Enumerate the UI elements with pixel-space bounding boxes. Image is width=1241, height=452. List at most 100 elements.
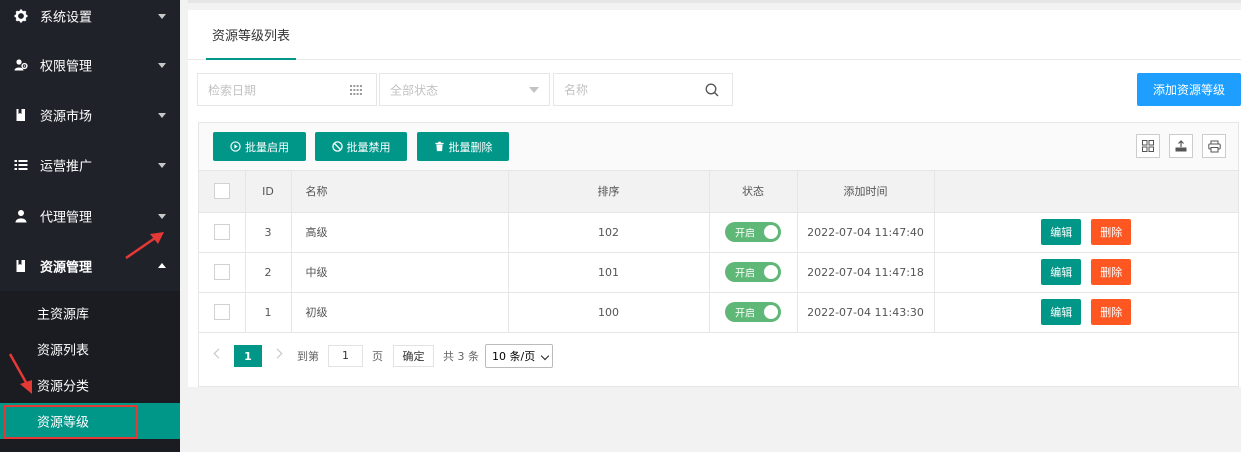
- select-all-cell: [199, 171, 246, 213]
- toggle-knob: [764, 305, 778, 319]
- date-search-placeholder: 检索日期: [208, 83, 257, 97]
- header-name[interactable]: 名称: [291, 171, 509, 213]
- content-card: 资源等级列表 检索日期 全部状态 添加资源等级 批量启用 批量禁用 批量删除: [188, 10, 1241, 387]
- name-search-field[interactable]: [553, 73, 733, 106]
- calendar-icon: [350, 84, 362, 95]
- status-toggle[interactable]: 开启: [725, 302, 781, 322]
- trash-icon: [434, 141, 444, 152]
- sidebar-item-label: 系统设置: [40, 10, 93, 26]
- batch-disable-button[interactable]: 批量禁用: [315, 132, 407, 161]
- sidebar-item-agents[interactable]: 代理管理: [0, 191, 180, 241]
- print-icon: [1207, 140, 1221, 152]
- bookmark-icon: [16, 109, 25, 121]
- sidebar-item-label: 资源市场: [40, 109, 93, 125]
- header-id[interactable]: ID: [245, 171, 292, 213]
- sidebar-item-resource-management[interactable]: 资源管理: [0, 241, 180, 291]
- chevron-down-icon: [158, 163, 166, 168]
- export-button[interactable]: [1169, 134, 1193, 158]
- edit-button[interactable]: 编辑: [1041, 259, 1082, 285]
- status-toggle-label: 开启: [735, 268, 755, 280]
- batch-delete-button[interactable]: 批量删除: [417, 132, 509, 161]
- gear-icon: [14, 9, 28, 23]
- table-header-row: ID 名称 排序 状态 添加时间: [199, 171, 1238, 213]
- cell-sort: 101: [508, 252, 710, 293]
- sidebar-item-permissions[interactable]: 权限管理: [0, 40, 180, 90]
- header-actions: [934, 171, 1238, 213]
- sidebar-subitem-main-library[interactable]: 主资源库: [0, 295, 180, 331]
- delete-button[interactable]: 删除: [1091, 259, 1132, 285]
- cell-status: 开启: [709, 212, 798, 253]
- sidebar-item-system-settings[interactable]: 系统设置: [0, 0, 180, 41]
- status-toggle[interactable]: 开启: [725, 262, 781, 282]
- row-checkbox[interactable]: [213, 304, 230, 320]
- tab-resource-level-list[interactable]: 资源等级列表: [206, 10, 296, 60]
- edit-button[interactable]: 编辑: [1041, 219, 1082, 245]
- list-icon: [14, 160, 28, 170]
- print-button[interactable]: [1202, 134, 1226, 158]
- toggle-knob: [764, 265, 778, 279]
- cell-id: 1: [245, 292, 292, 333]
- header-status[interactable]: 状态: [709, 171, 798, 213]
- batch-disable-label: 批量禁用: [346, 140, 391, 154]
- select-all-checkbox[interactable]: [213, 183, 230, 200]
- sidebar-subitem-resource-category[interactable]: 资源分类: [0, 367, 180, 403]
- sidebar-item-resource-market[interactable]: 资源市场: [0, 90, 180, 140]
- status-select[interactable]: 全部状态: [379, 73, 550, 106]
- prev-page-icon[interactable]: [213, 348, 224, 359]
- sidebar-subitem-resource-list[interactable]: 资源列表: [0, 331, 180, 367]
- cell-created: 2022-07-04 11:43:30: [797, 292, 935, 333]
- user-icon: [15, 210, 27, 223]
- cell-actions: 编辑 删除: [934, 252, 1238, 293]
- chevron-down-icon: [529, 86, 539, 93]
- pagination: 1 到第 1 页 确定 共 3 条 10 条/页: [199, 336, 1238, 376]
- status-select-placeholder: 全部状态: [390, 83, 439, 97]
- batch-enable-button[interactable]: 批量启用: [213, 132, 306, 161]
- header-sort[interactable]: 排序: [508, 171, 710, 213]
- sidebar: 系统设置 权限管理 资源市场 运营推广 代理管理 资源管理 主资源库 资源列表 …: [0, 0, 180, 452]
- next-page-icon[interactable]: [272, 348, 283, 359]
- date-search-field[interactable]: 检索日期: [197, 73, 377, 106]
- status-toggle[interactable]: 开启: [725, 222, 781, 242]
- top-strip: [188, 0, 1241, 3]
- goto-page-input[interactable]: 1: [328, 345, 363, 367]
- row-select-cell: [199, 212, 246, 253]
- row-select-cell: [199, 292, 246, 333]
- cell-name: 初级: [291, 292, 509, 333]
- chevron-up-icon: [158, 263, 166, 268]
- grid-icon: [1142, 140, 1154, 152]
- table-row: 1 初级 100 开启 2022-07-04 11:43:30 编辑 删除: [199, 292, 1238, 333]
- current-page-button[interactable]: 1: [234, 345, 262, 367]
- goto-confirm-button[interactable]: 确定: [393, 345, 434, 367]
- data-table-container: 批量启用 批量禁用 批量删除 ID 名称 排序 状态 添加时间 3 高级 102…: [198, 122, 1239, 387]
- columns-filter-button[interactable]: [1136, 134, 1160, 158]
- status-toggle-label: 开启: [735, 228, 755, 240]
- cell-name: 中级: [291, 252, 509, 293]
- add-resource-level-button[interactable]: 添加资源等级: [1137, 73, 1241, 106]
- row-checkbox[interactable]: [213, 224, 230, 240]
- row-select-cell: [199, 252, 246, 293]
- cell-id: 2: [245, 252, 292, 293]
- sidebar-item-operations[interactable]: 运营推广: [0, 140, 180, 190]
- page-unit-label: 页: [372, 350, 383, 363]
- search-icon[interactable]: [705, 83, 719, 97]
- bookmark-icon: [16, 260, 25, 272]
- chevron-down-icon: [158, 113, 166, 118]
- table-row: 3 高级 102 开启 2022-07-04 11:47:40 编辑 删除: [199, 212, 1238, 253]
- chevron-down-icon: [540, 351, 550, 361]
- header-created[interactable]: 添加时间: [797, 171, 935, 213]
- sidebar-subitem-resource-level[interactable]: 资源等级: [0, 403, 180, 439]
- cell-sort: 100: [508, 292, 710, 333]
- sidebar-submenu: 主资源库 资源列表 资源分类 资源等级: [0, 291, 180, 452]
- edit-button[interactable]: 编辑: [1041, 299, 1082, 325]
- total-count: 共 3 条: [443, 350, 479, 363]
- export-icon: [1175, 140, 1187, 152]
- page-size-select[interactable]: 10 条/页: [485, 344, 553, 368]
- chevron-down-icon: [158, 14, 166, 19]
- cell-actions: 编辑 删除: [934, 292, 1238, 333]
- row-checkbox[interactable]: [213, 264, 230, 280]
- sidebar-subitem-label: 资源分类: [37, 379, 90, 395]
- delete-button[interactable]: 删除: [1091, 299, 1132, 325]
- cell-id: 3: [245, 212, 292, 253]
- delete-button[interactable]: 删除: [1091, 219, 1132, 245]
- cell-actions: 编辑 删除: [934, 212, 1238, 253]
